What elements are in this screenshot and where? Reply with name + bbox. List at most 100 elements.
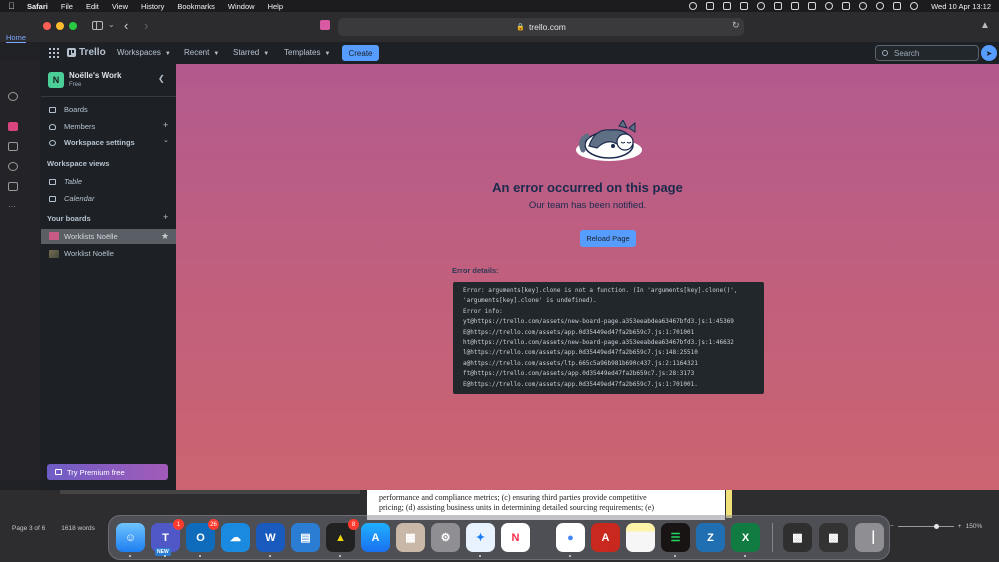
board-item-worklists[interactable]: Worklists Noëlle ★: [41, 229, 176, 244]
screen-mirroring-icon[interactable]: [808, 2, 817, 10]
siri-icon[interactable]: [910, 2, 919, 10]
spotlight-search-icon[interactable]: [876, 2, 885, 10]
chrome-icon[interactable]: ●: [556, 523, 585, 552]
google-drive-status-icon[interactable]: [774, 2, 783, 10]
background-home-tab[interactable]: Home: [6, 33, 27, 43]
close-window-button[interactable]: [43, 22, 51, 30]
menu-history[interactable]: History: [141, 2, 164, 11]
zotero-icon[interactable]: Z: [696, 523, 725, 552]
teams-icon[interactable]: T 1 NEW: [151, 519, 184, 556]
minimize-window-button[interactable]: [56, 22, 64, 30]
word-count[interactable]: 1618 words: [61, 525, 95, 532]
nav-starred[interactable]: Starred ▼: [233, 48, 269, 57]
app-store-icon[interactable]: A: [361, 523, 390, 552]
display-status-icon[interactable]: [791, 2, 800, 10]
menu-file[interactable]: File: [61, 2, 73, 11]
chevron-down-icon[interactable]: ⌄: [108, 20, 115, 29]
onedrive-icon[interactable]: ☁: [221, 523, 250, 552]
battery-icon[interactable]: [842, 2, 851, 10]
board-name: Worklists Noëlle: [64, 232, 118, 241]
sidebar-item-table[interactable]: Table: [49, 177, 82, 186]
trello-favicon-icon: [320, 20, 330, 30]
minimized-window-icon[interactable]: ▩: [783, 523, 812, 552]
try-premium-button[interactable]: Try Premium free: [47, 464, 168, 480]
zoom-level[interactable]: 150%: [966, 523, 983, 530]
page-status[interactable]: Page 3 of 6: [12, 525, 45, 532]
tag-icon[interactable]: [8, 182, 18, 191]
document-icon[interactable]: [8, 142, 18, 151]
app-status-icon[interactable]: [740, 2, 749, 10]
add-board-icon[interactable]: +: [163, 212, 168, 222]
launchpad-icon[interactable]: ▦: [396, 523, 425, 552]
nav-workspaces[interactable]: Workspaces ▼: [117, 48, 171, 57]
control-center-icon[interactable]: [893, 2, 902, 10]
outlook-icon[interactable]: O 26: [186, 519, 219, 552]
search-input[interactable]: Search: [875, 45, 979, 61]
error-line: Error: arguments[key].clone is not a fun…: [463, 287, 738, 294]
share-icon[interactable]: ▲: [980, 20, 990, 31]
trello-logo[interactable]: Trello: [67, 47, 106, 58]
notes-icon[interactable]: [626, 523, 655, 552]
forward-button[interactable]: ›: [144, 18, 148, 33]
sidebar-item-boards[interactable]: Boards: [49, 105, 88, 114]
menu-bookmarks[interactable]: Bookmarks: [177, 2, 215, 11]
menu-window[interactable]: Window: [228, 2, 255, 11]
spotify-icon[interactable]: ☰: [661, 523, 690, 552]
zoom-out-icon[interactable]: −: [890, 523, 894, 530]
back-button[interactable]: ‹: [124, 18, 128, 33]
address-bar[interactable]: 🔒 trello.com: [338, 18, 744, 36]
acrobat-icon[interactable]: A: [591, 523, 620, 552]
focus-status-icon[interactable]: [689, 2, 698, 10]
macos-menu-bar:  Safari File Edit View History Bookmark…: [0, 0, 999, 12]
finder-icon[interactable]: ☺: [116, 523, 145, 552]
zoom-in-icon[interactable]: +: [958, 523, 962, 530]
menu-edit[interactable]: Edit: [86, 2, 99, 11]
media-status-icon[interactable]: [825, 2, 834, 10]
reload-icon[interactable]: ↻: [732, 20, 740, 31]
collapse-sidebar-button[interactable]: ❮: [158, 74, 165, 83]
reload-page-button[interactable]: Reload Page: [580, 230, 636, 247]
news-icon[interactable]: N: [501, 523, 530, 552]
fullscreen-window-button[interactable]: [69, 22, 77, 30]
workspace-avatar[interactable]: N: [48, 72, 64, 88]
sidebar-toggle-icon[interactable]: [92, 21, 103, 30]
add-icon[interactable]: [8, 92, 18, 101]
word-icon[interactable]: W: [256, 523, 285, 552]
hanger-status-icon[interactable]: [723, 2, 732, 10]
minimized-window-icon[interactable]: ▩: [819, 523, 848, 552]
trash-icon[interactable]: ▕: [855, 523, 884, 552]
star-icon[interactable]: ★: [161, 231, 169, 242]
board-item-worklist[interactable]: Worklist Noëlle: [64, 249, 114, 258]
excel-icon[interactable]: X: [731, 523, 760, 552]
system-settings-icon[interactable]: ⚙: [431, 523, 460, 552]
zoom-slider[interactable]: [897, 523, 954, 529]
sidebar-item-label: Calendar: [64, 194, 95, 203]
nav-templates[interactable]: Templates ▼: [284, 48, 330, 57]
shield-status-icon[interactable]: [706, 2, 715, 10]
menu-app-name[interactable]: Safari: [27, 2, 48, 11]
safari-icon[interactable]: ✦: [466, 523, 495, 552]
mail-icon[interactable]: [8, 122, 18, 131]
sidebar-item-settings[interactable]: Workspace settings: [49, 138, 135, 147]
menu-help[interactable]: Help: [268, 2, 283, 11]
error-details-box[interactable]: Error: arguments[key].clone is not a fun…: [453, 282, 764, 394]
running-indicator: [674, 555, 676, 557]
add-member-icon[interactable]: +: [163, 120, 168, 130]
sidebar-item-calendar[interactable]: Calendar: [49, 194, 94, 203]
warning-app-icon[interactable]: ▲ 8: [326, 519, 359, 552]
menu-bar-clock[interactable]: Wed 10 Apr 13:12: [931, 2, 991, 11]
notifications-icon[interactable]: ➤: [981, 45, 997, 61]
apple-menu-icon[interactable]: : [8, 1, 17, 11]
app-switcher-icon[interactable]: [49, 48, 59, 58]
sidebar-item-members[interactable]: Members: [49, 122, 95, 131]
company-portal-icon[interactable]: ▤: [291, 523, 320, 552]
menu-view[interactable]: View: [112, 2, 128, 11]
wifi-icon[interactable]: [859, 2, 868, 10]
people-icon[interactable]: [8, 162, 18, 171]
create-button[interactable]: Create: [342, 45, 379, 61]
chevron-down-icon[interactable]: ⌄: [163, 136, 169, 144]
more-icon[interactable]: ···: [8, 202, 18, 211]
cloud-status-icon[interactable]: [757, 2, 766, 10]
nav-recent[interactable]: Recent ▼: [184, 48, 219, 57]
workspace-name[interactable]: Noëlle's Work: [69, 71, 121, 80]
